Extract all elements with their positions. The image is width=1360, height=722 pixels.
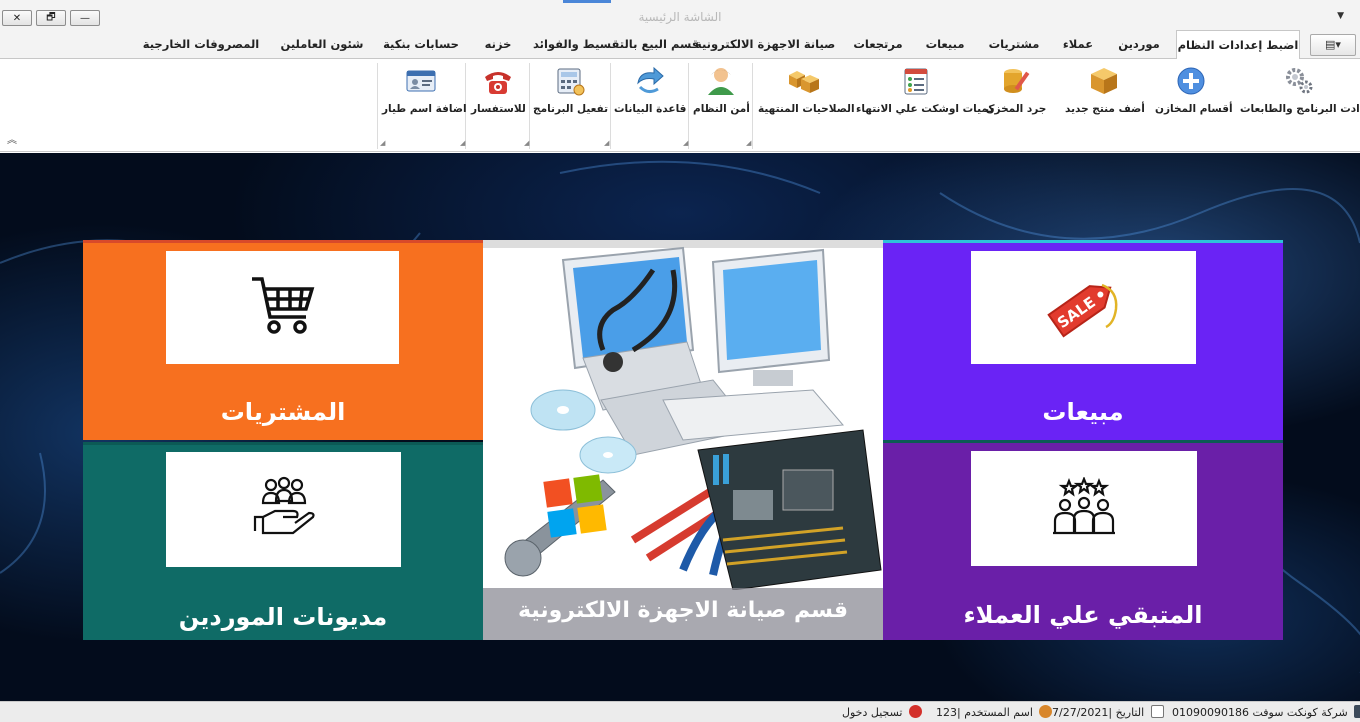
tile-purchases-card (166, 251, 399, 364)
quick-access-dropdown-icon[interactable]: ▼ (1337, 11, 1344, 21)
tab-sales[interactable]: مبيعات (920, 30, 970, 59)
add-pilot-name-label: اضافة اسم طيار (382, 103, 467, 115)
tile-customer-balance-card (971, 451, 1197, 566)
expired-items-button[interactable]: الصلاحيات المنتهية (758, 65, 855, 115)
company-icon (1354, 705, 1360, 718)
system-security-label: أمن النظام (693, 103, 750, 115)
ribbon-panel: اعدادت البرنامج والطابعات أقسام المخازن … (0, 59, 1360, 152)
tile-supplier-debts-card (166, 452, 401, 567)
status-login-text: تسجيل دخول (842, 706, 903, 719)
add-pilot-name-button[interactable]: اضافة اسم طيار (382, 65, 467, 115)
add-product-button[interactable]: أضف منتج جديد (1065, 65, 1145, 115)
tab-treasury[interactable]: خزنه (478, 30, 518, 59)
group-separator (377, 63, 378, 149)
tab-installments[interactable]: قسم البيع بالتقسيط والفوائد (533, 30, 699, 59)
computer-repair-image (504, 246, 882, 590)
activate-program-button[interactable]: تفعيل البرنامج (533, 65, 609, 115)
user-icon (705, 65, 737, 97)
group-stars-icon (1049, 476, 1119, 540)
tile-sales[interactable]: SALE مبيعات (883, 240, 1283, 440)
group-launcher-icon[interactable]: ◢ (683, 139, 688, 147)
group-separator (688, 63, 689, 149)
tab-returns[interactable]: مرتجعات (849, 30, 907, 59)
database-button[interactable]: قاعدة البيانات (614, 65, 686, 115)
group-separator (752, 63, 753, 149)
ribbon-tabs: ▤▾ اضبط إعدادات النظام موردين عملاء مشتر… (0, 30, 1360, 60)
group-launcher-icon[interactable]: ◢ (524, 139, 529, 147)
status-user: اسم المستخدم |123 (936, 705, 1053, 719)
status-user-text: اسم المستخدم |123 (936, 706, 1033, 719)
title-bar: ✕ 🗗 — الشاشة الرئيسية ▼ (0, 0, 1360, 30)
status-login[interactable]: تسجيل دخول (842, 705, 922, 719)
tab-bank-accounts[interactable]: حسابات بنكية (380, 30, 462, 59)
app-menu-button[interactable]: ▤▾ (1310, 34, 1356, 56)
tile-supplier-debts-label: مديونات الموردين (178, 603, 388, 631)
system-security-button[interactable]: أمن النظام (693, 65, 750, 115)
status-date-text: التاريخ |7/27/2021 (1052, 706, 1145, 719)
group-separator (610, 63, 611, 149)
tab-purchases[interactable]: مشتريات (984, 30, 1044, 59)
tab-electronics-maintenance[interactable]: صيانة الاجهزة الالكترونية (695, 30, 835, 59)
group-launcher-icon[interactable]: ◢ (746, 139, 751, 147)
user-icon (1039, 705, 1053, 718)
tab-customers[interactable]: عملاء (1058, 30, 1098, 59)
group-launcher-icon[interactable]: ◢ (460, 139, 465, 147)
sale-tag-icon: SALE (1044, 271, 1124, 344)
window-title: الشاشة الرئيسية (638, 10, 722, 24)
status-company: شركة كونكت سوفت 01090090186 (1172, 705, 1360, 719)
store-sections-label: أقسام المخازن (1155, 103, 1233, 115)
boxes-icon (788, 65, 820, 97)
telephone-icon (482, 65, 514, 97)
checklist-icon (900, 65, 932, 97)
collapse-ribbon-icon[interactable]: ︽ (7, 131, 17, 146)
tab-external-expenses[interactable]: المصروفات الخارجية (140, 30, 262, 59)
settings-printers-label: اعدادت البرنامج والطابعات (1240, 103, 1360, 115)
tile-customer-balance[interactable]: المتبقي علي العملاء (883, 440, 1283, 640)
group-launcher-icon[interactable]: ◢ (380, 139, 385, 147)
status-company-text: شركة كونكت سوفت 01090090186 (1172, 706, 1348, 719)
title-accent (563, 0, 611, 3)
tile-purchases-label: المشتريات (220, 398, 346, 426)
gears-icon (1283, 65, 1315, 97)
group-launcher-icon[interactable]: ◢ (604, 139, 609, 147)
tile-sales-label: مبيعات (1042, 398, 1124, 426)
add-icon (1175, 65, 1207, 97)
settings-printers-button[interactable]: اعدادت البرنامج والطابعات (1240, 65, 1360, 115)
tile-purchases[interactable]: المشتريات (83, 240, 483, 440)
people-hand-icon (249, 473, 319, 546)
refresh-arrow-icon (634, 65, 666, 97)
inquiries-label: للاستفسار (471, 103, 526, 115)
tile-sales-card: SALE (971, 251, 1196, 364)
group-separator (529, 63, 530, 149)
tile-customer-balance-label: المتبقي علي العملاء (963, 601, 1203, 629)
status-date: التاريخ |7/27/2021 (1052, 705, 1164, 719)
tile-maintenance[interactable]: قسم صيانة الاجهزة الالكترونية (483, 240, 883, 640)
inquiries-button[interactable]: للاستفسار (471, 65, 526, 115)
activate-program-label: تفعيل البرنامج (533, 103, 609, 115)
expired-items-label: الصلاحيات المنتهية (758, 103, 855, 115)
tile-supplier-debts[interactable]: مديونات الموردين (83, 442, 483, 640)
tab-system-settings[interactable]: اضبط إعدادات النظام (1176, 30, 1300, 60)
calendar-icon (1150, 705, 1164, 718)
inventory-icon (1000, 65, 1032, 97)
low-stock-label: كميات اوشكت علي الانتهاء (856, 103, 995, 115)
add-product-label: أضف منتج جديد (1065, 103, 1145, 115)
database-label: قاعدة البيانات (614, 103, 687, 115)
tile-maintenance-label: قسم صيانة الاجهزة الالكترونية (483, 588, 883, 640)
calculator-icon (554, 65, 586, 97)
id-card-icon (405, 65, 437, 97)
tab-suppliers[interactable]: موردين (1113, 30, 1165, 59)
shopping-cart-icon (248, 271, 318, 344)
login-icon (909, 705, 922, 718)
status-bar: شركة كونكت سوفت 01090090186 التاريخ |7/2… (0, 701, 1360, 722)
box-icon (1088, 65, 1120, 97)
tab-employees[interactable]: شئون العاملين (278, 30, 366, 59)
store-sections-button[interactable]: أقسام المخازن (1155, 65, 1233, 115)
low-stock-button[interactable]: كميات اوشكت علي الانتهاء (856, 65, 995, 115)
